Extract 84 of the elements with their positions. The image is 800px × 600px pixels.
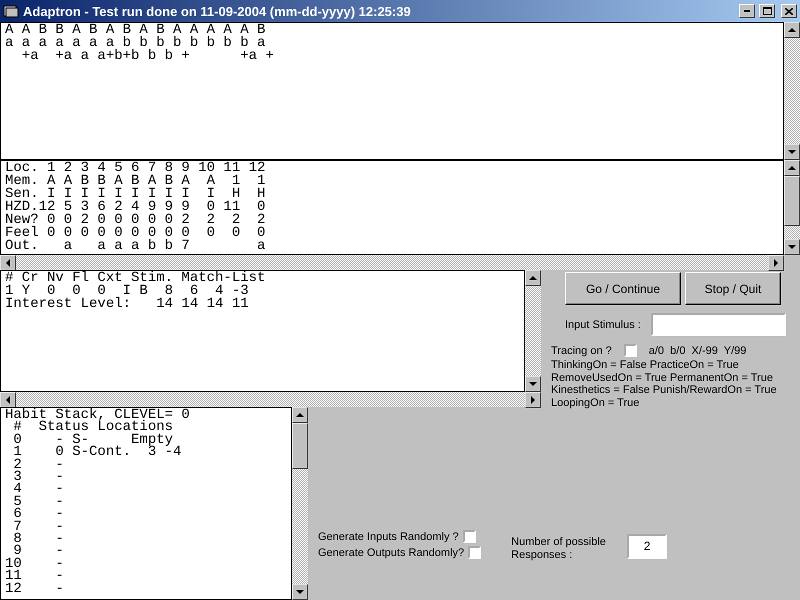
action-button[interactable]: Go / Continue bbox=[565, 272, 681, 305]
checkbox-label: Generate Outputs Randomly? bbox=[318, 546, 464, 558]
scroll-left-button[interactable] bbox=[0, 392, 16, 408]
text-line: Interest Level: 14 14 14 11 bbox=[5, 298, 250, 311]
text-line: New? 0 0 2 0 0 0 0 0 2 2 2 2 bbox=[5, 214, 266, 227]
setting-text: ThinkingOn = False PracticeOn = True bbox=[551, 359, 740, 372]
app-icon bbox=[3, 4, 19, 18]
vertical-scrollbar[interactable] bbox=[525, 270, 541, 392]
vertical-scrollbar[interactable] bbox=[784, 22, 800, 160]
text-line: 9 - bbox=[13, 545, 65, 558]
field-label: Number of possible Responses : bbox=[511, 536, 607, 562]
text-line: +a +a a a+b+b b b + +a + bbox=[20, 50, 275, 63]
text-line: Feel 0 0 0 0 0 0 0 0 0 0 0 0 bbox=[5, 227, 266, 240]
text-line: # Status Locations bbox=[12, 421, 174, 434]
setting-text: RemoveUsedOn = True PermanentOn = True bbox=[551, 372, 774, 384]
text-line: 8 - bbox=[12, 533, 65, 546]
text-line: 10 - bbox=[5, 558, 65, 570]
scroll-right-button[interactable] bbox=[525, 392, 541, 408]
down-arrow-icon bbox=[788, 244, 796, 250]
text-line: Out. a a a a b b 7 a bbox=[5, 240, 266, 253]
text-line: 6 - bbox=[12, 508, 65, 521]
setting-text: Kinesthetics = False Punish/RewardOn = True bbox=[551, 384, 778, 396]
checkbox-label: Tracing on ? bbox=[551, 344, 612, 356]
up-arrow-icon bbox=[788, 27, 796, 33]
scroll-down-button[interactable] bbox=[292, 584, 308, 600]
maximize-button[interactable] bbox=[759, 4, 775, 18]
scroll-down-button[interactable] bbox=[784, 239, 800, 255]
checkbox-label: Generate Inputs Randomly ? bbox=[318, 530, 459, 542]
text-line: 7 - bbox=[12, 520, 65, 534]
minimize-button[interactable] bbox=[739, 4, 755, 18]
checkbox[interactable] bbox=[468, 546, 482, 559]
window-title: Adaptron - Test run done on 11-09-2004 (mm-dd-yyyy) 12:25:39 bbox=[23, 4, 412, 18]
down-arrow-icon bbox=[296, 589, 304, 595]
number-field[interactable]: 2 bbox=[627, 534, 668, 558]
checkbox[interactable] bbox=[462, 530, 476, 543]
maximize-icon bbox=[762, 7, 772, 15]
checkbox[interactable] bbox=[624, 344, 637, 357]
scroll-down-button[interactable] bbox=[784, 144, 800, 160]
scroll-up-button[interactable] bbox=[784, 22, 800, 38]
horizontal-scrollbar[interactable] bbox=[0, 392, 541, 407]
text-line: A A B B A B A B A B A A A A A B bbox=[5, 24, 266, 37]
scroll-up-button[interactable] bbox=[784, 160, 800, 176]
text-line: 4 - bbox=[12, 483, 65, 496]
text-line: 1 0 S-Cont. 3 -4 bbox=[12, 446, 182, 459]
field-label: Input Stimulus : bbox=[565, 318, 641, 330]
left-arrow-icon bbox=[5, 396, 11, 404]
scroll-up-button[interactable] bbox=[292, 407, 308, 423]
input-field[interactable] bbox=[650, 313, 786, 336]
text-line: Loc. 1 2 3 4 5 6 7 8 9 10 11 12 bbox=[5, 162, 266, 175]
scroll-down-button[interactable] bbox=[525, 376, 541, 392]
setting-text: LoopingOn = True bbox=[551, 396, 640, 409]
text-line: 3 - bbox=[12, 471, 65, 484]
text-line: Mem. A A B B A B A B A A 1 1 bbox=[5, 175, 266, 188]
text-line: a a a a a a a b b b b b b b b a bbox=[5, 37, 266, 50]
horizontal-scrollbar[interactable] bbox=[0, 255, 784, 270]
scroll-thumb[interactable] bbox=[292, 423, 308, 469]
scroll-up-button[interactable] bbox=[525, 270, 541, 286]
up-arrow-icon bbox=[788, 165, 796, 171]
left-arrow-icon bbox=[5, 259, 11, 267]
text-line: HZD.12 5 3 6 2 4 9 9 9 0 11 0 bbox=[5, 201, 266, 214]
down-arrow-icon bbox=[529, 381, 537, 387]
text-line: 12 - bbox=[5, 582, 65, 596]
right-arrow-icon bbox=[773, 259, 779, 267]
text-line: 5 - bbox=[12, 496, 65, 508]
scroll-right-button[interactable] bbox=[768, 255, 784, 271]
text-line: 2 - bbox=[12, 458, 65, 472]
up-arrow-icon bbox=[529, 275, 537, 281]
vertical-scrollbar[interactable] bbox=[784, 160, 800, 255]
legend-text: a/0 b/0 X/-99 Y/99 bbox=[648, 344, 746, 356]
text-line: # Cr Nv Fl Cxt Stim. Match-List bbox=[5, 272, 266, 285]
vertical-scrollbar[interactable] bbox=[292, 407, 308, 600]
scroll-left-button[interactable] bbox=[0, 255, 16, 271]
minimize-icon bbox=[744, 10, 750, 12]
text-line: Sen. I I I I I I I I I I H H bbox=[5, 188, 266, 201]
scroll-thumb[interactable] bbox=[784, 176, 800, 226]
close-button[interactable] bbox=[781, 4, 797, 18]
up-arrow-icon bbox=[296, 412, 304, 418]
right-arrow-icon bbox=[530, 396, 536, 404]
action-button[interactable]: Stop / Quit bbox=[685, 272, 781, 305]
text-line: 11 - bbox=[5, 570, 65, 583]
text-line: 0 - S- Empty bbox=[12, 434, 174, 446]
down-arrow-icon bbox=[788, 149, 796, 155]
close-icon bbox=[785, 8, 793, 14]
text-line: 1 Y 0 0 0 I B 8 6 4 -3 bbox=[5, 285, 250, 298]
